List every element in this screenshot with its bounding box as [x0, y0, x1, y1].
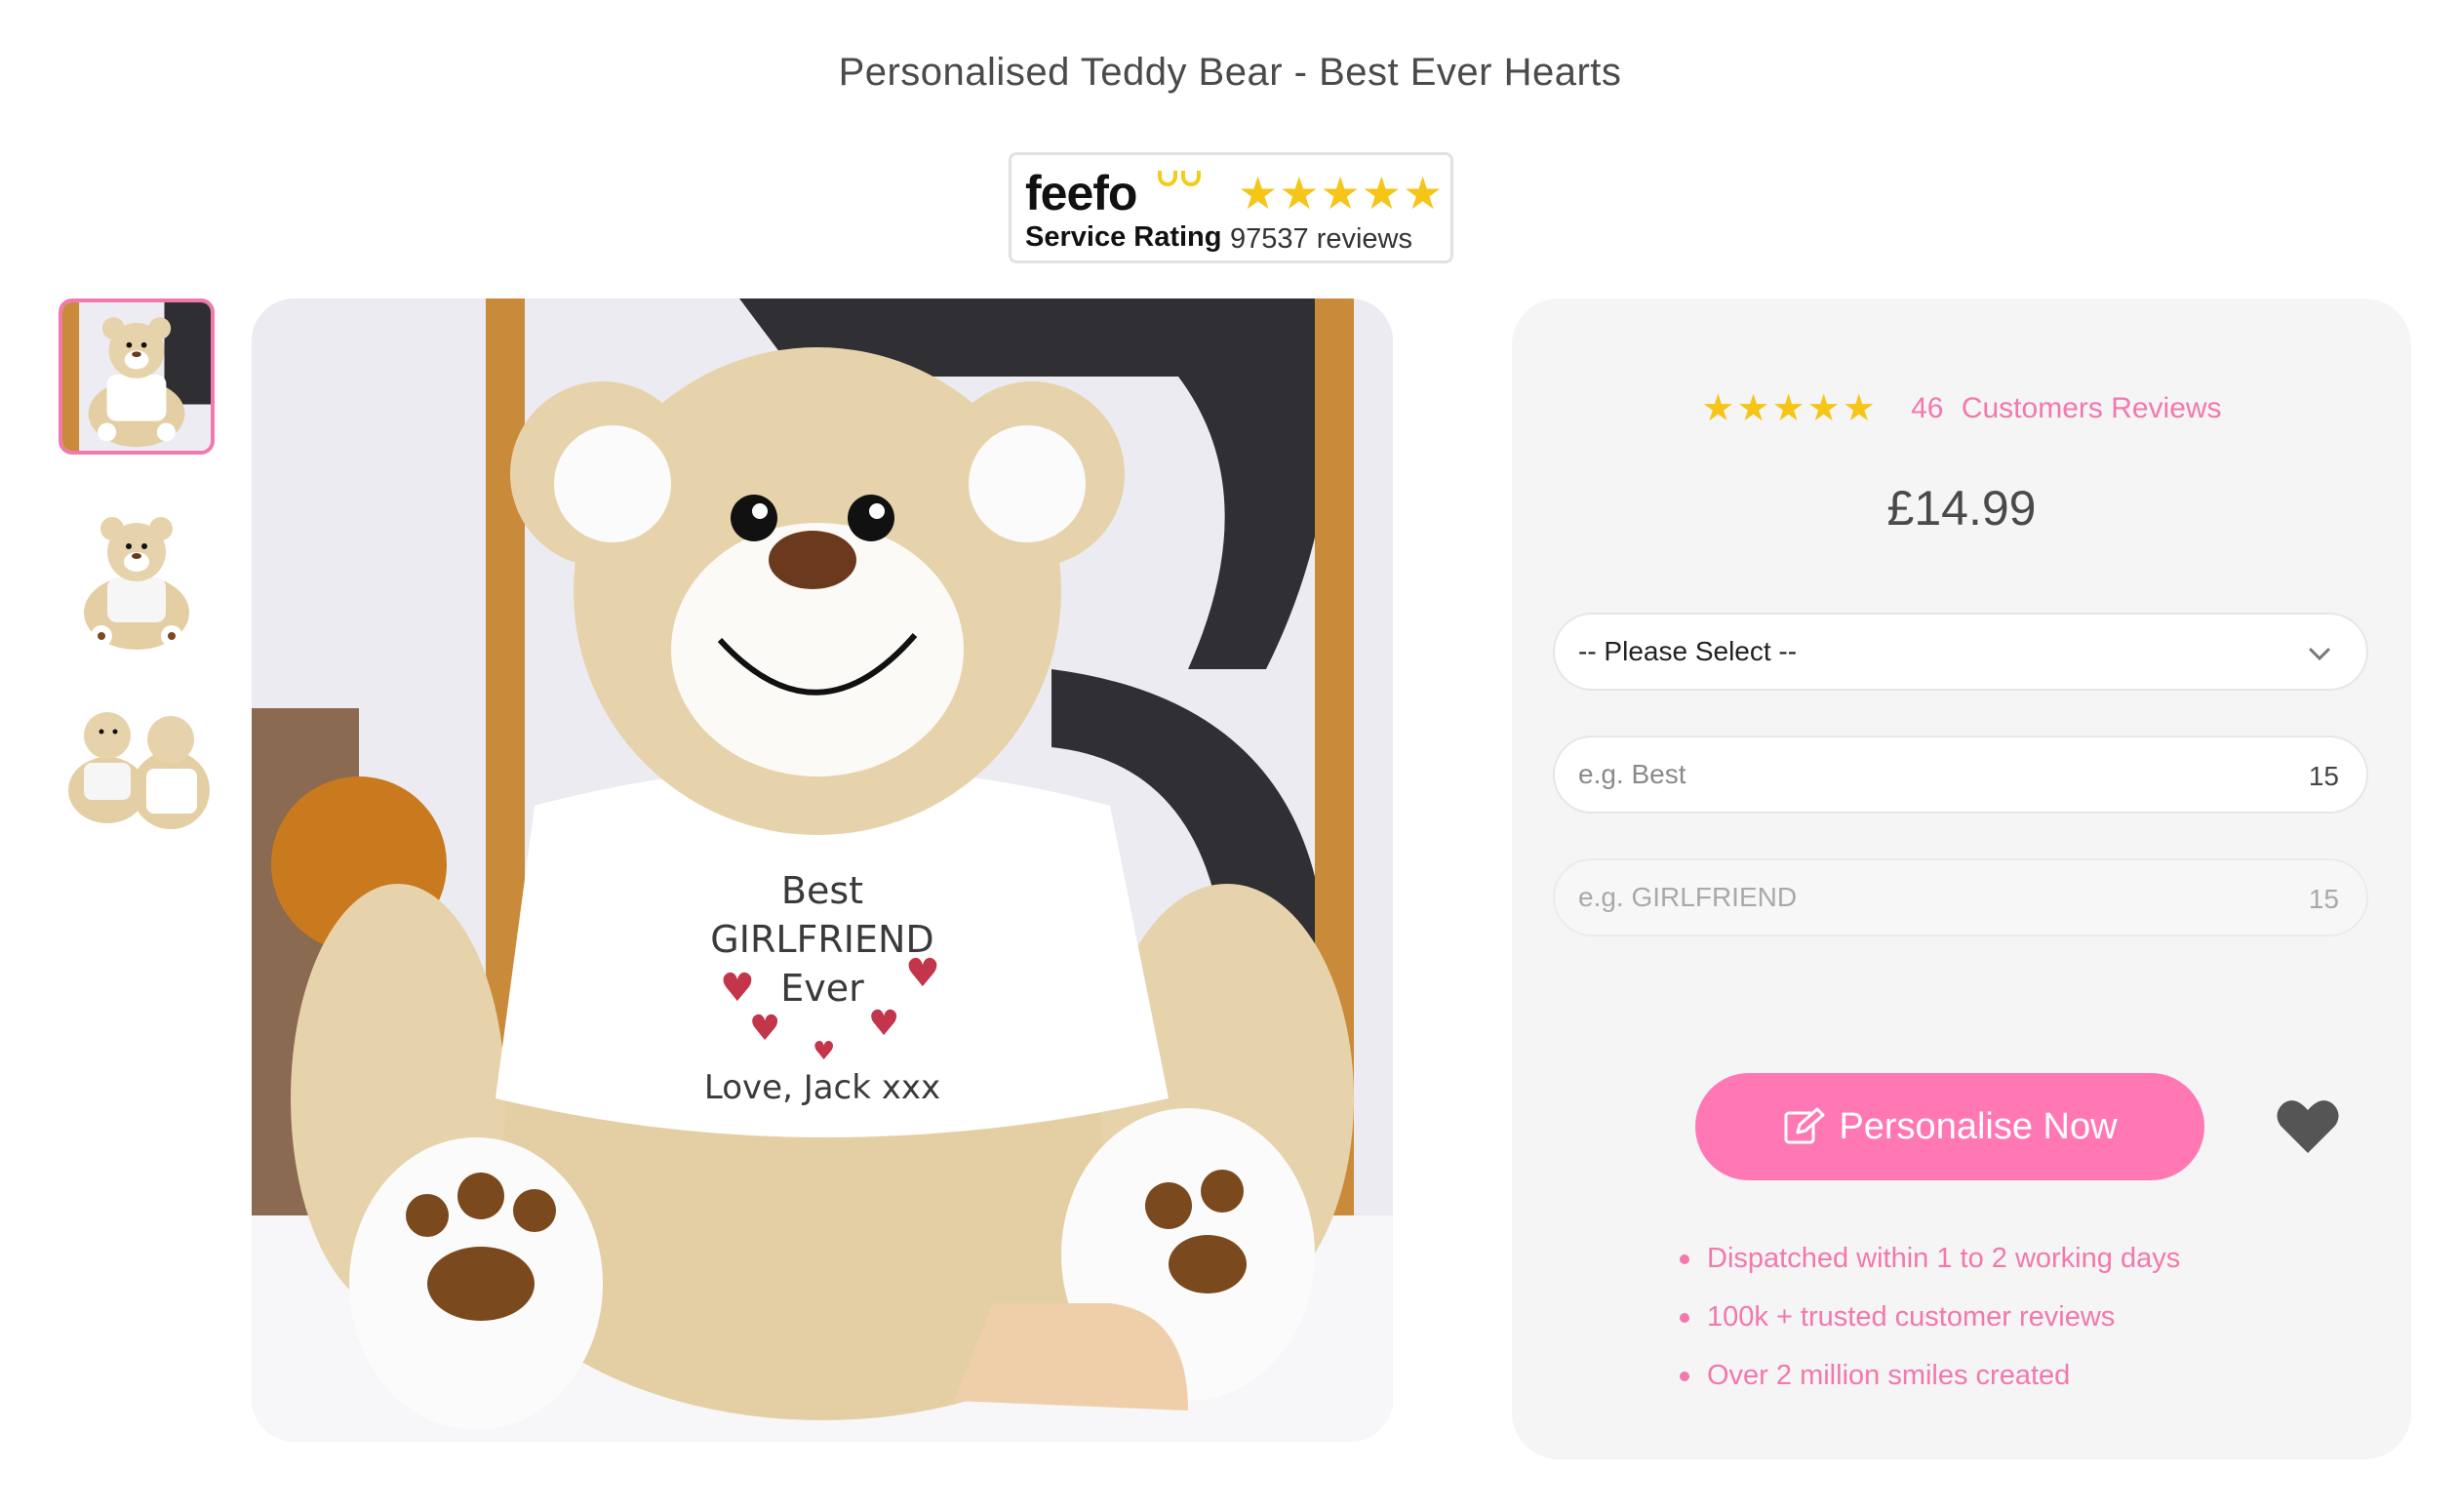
- line-1-input[interactable]: e.g. Best 15: [1553, 736, 2368, 814]
- benefit-item: Over 2 million smiles created: [1678, 1356, 2180, 1414]
- rating-stars: ★★★★★: [1701, 388, 1878, 429]
- product-panel: ★★★★★ 46 Customers Reviews £14.99 -- Ple…: [1512, 298, 2411, 1459]
- shirt-line-2: GIRLFRIEND: [710, 918, 933, 961]
- personalise-now-button[interactable]: Personalise Now: [1695, 1073, 2204, 1180]
- option-select[interactable]: -- Please Select --: [1553, 613, 2368, 691]
- shirt-line-1: Best: [781, 869, 863, 912]
- feefo-eyes-icon: [1158, 171, 1205, 188]
- line-2-placeholder: e.g. GIRLFRIEND: [1578, 882, 1798, 912]
- thumbnail-1[interactable]: [59, 298, 215, 455]
- svg-text:♥: ♥: [868, 1004, 899, 1044]
- thumbnail-bear-front-image: [59, 503, 215, 659]
- feefo-logo: feefo: [1025, 166, 1137, 220]
- benefits-list: Dispatched within 1 to 2 working days 10…: [1678, 1239, 2180, 1414]
- main-product-image: ♥ ♥ ♥ ♥ ♥ Best GIRLFRIEND Ever Love, Jac…: [252, 298, 1393, 1442]
- rating-row[interactable]: ★★★★★ 46 Customers Reviews: [1512, 386, 2411, 430]
- benefit-item: 100k + trusted customer reviews: [1678, 1297, 2180, 1356]
- line-2-input[interactable]: e.g. GIRLFRIEND 15: [1553, 858, 2368, 936]
- line-1-char-counter: 15: [2308, 761, 2339, 791]
- personalise-now-label: Personalise Now: [1839, 1105, 2118, 1147]
- feefo-badge[interactable]: feefo Service Rating ★★★★★ 97537 reviews: [1009, 152, 1453, 263]
- teddy-bear-image: ♥ ♥ ♥ ♥ ♥ Best GIRLFRIEND Ever Love, Jac…: [252, 298, 1393, 1442]
- review-count[interactable]: 46: [1911, 392, 1943, 424]
- feefo-stars: ★★★★★: [1238, 168, 1445, 219]
- thumbnail-bear-image: [62, 302, 211, 451]
- thumbnail-2[interactable]: [59, 503, 215, 659]
- option-select-value: -- Please Select --: [1578, 636, 1798, 666]
- svg-text:♥: ♥: [720, 966, 755, 1011]
- thumbnail-3[interactable]: [59, 693, 215, 849]
- line-2-char-counter: 15: [2308, 884, 2339, 914]
- shirt-line-4: Love, Jack xxx: [704, 1068, 940, 1107]
- chevron-down-icon: [2309, 648, 2330, 661]
- line-1-placeholder: e.g. Best: [1578, 759, 1686, 789]
- benefit-item: Dispatched within 1 to 2 working days: [1678, 1239, 2180, 1297]
- page-title: Personalised Teddy Bear - Best Ever Hear…: [838, 51, 1622, 94]
- feefo-service-label: Service Rating: [1025, 221, 1222, 253]
- heart-icon[interactable]: [2275, 1096, 2341, 1157]
- shirt-line-3: Ever: [780, 967, 864, 1010]
- feefo-review-count: 97537 reviews: [1230, 223, 1412, 255]
- reviews-link[interactable]: Customers Reviews: [1962, 392, 2222, 424]
- thumbnail-bear-back-image: [59, 693, 215, 849]
- edit-icon: [1784, 1107, 1825, 1144]
- product-price: £14.99: [1886, 481, 2037, 536]
- svg-text:♥: ♥: [749, 1009, 780, 1049]
- svg-text:♥: ♥: [813, 1037, 835, 1066]
